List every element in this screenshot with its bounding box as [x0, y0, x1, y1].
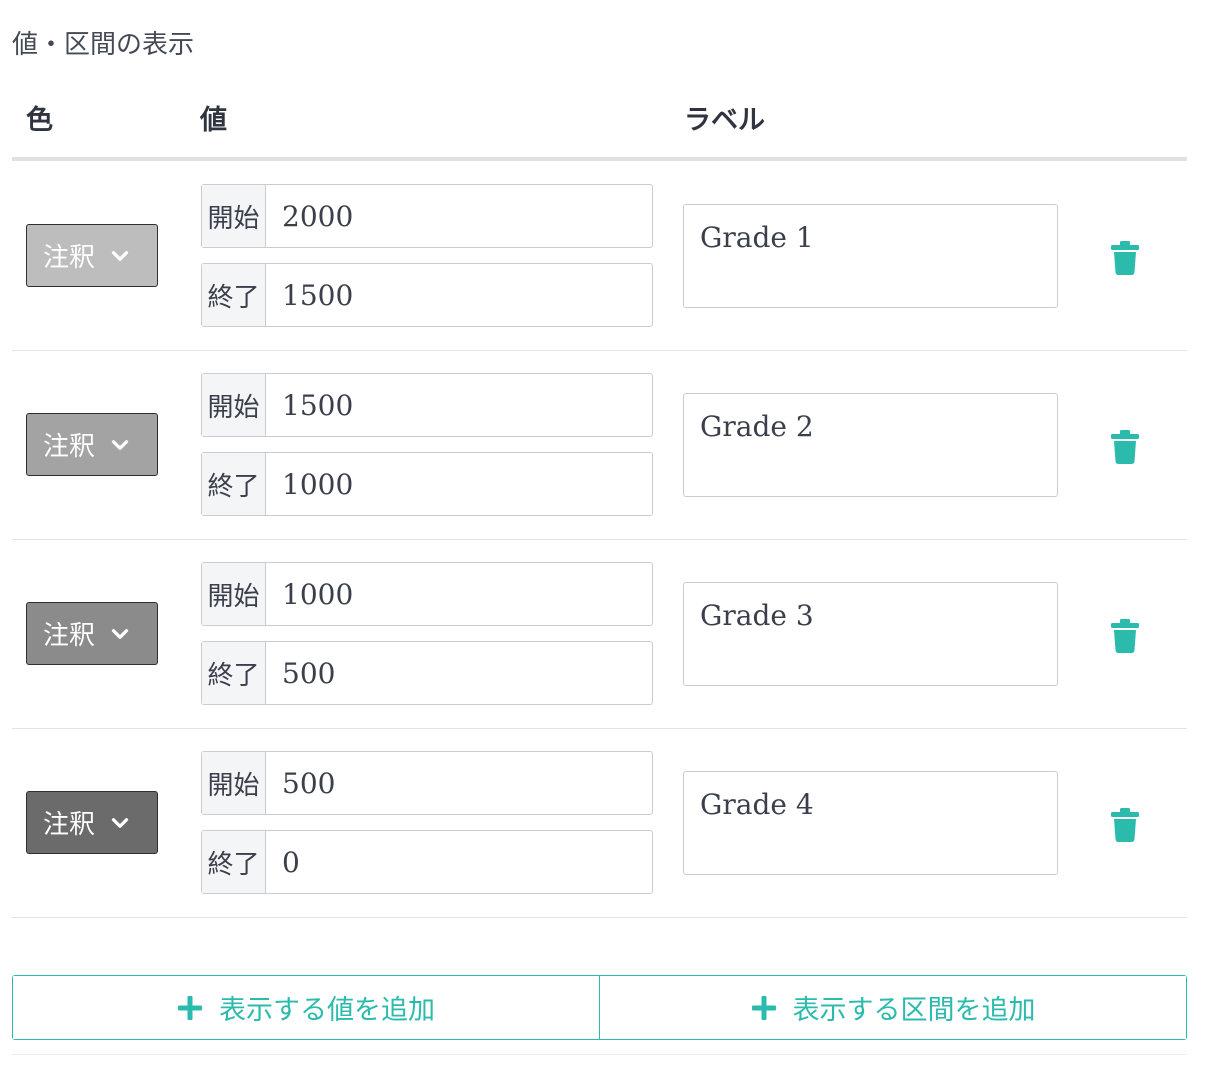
column-header-label: ラベル [684, 105, 765, 136]
end-input[interactable] [266, 453, 652, 515]
end-input[interactable] [266, 642, 652, 704]
label-input[interactable]: Grade 3 [683, 582, 1058, 686]
range-row: 注釈 開始 終了 Grade 1 [12, 161, 1187, 351]
end-input-group: 終了 [201, 452, 653, 516]
color-select-button[interactable]: 注釈 [26, 602, 158, 665]
end-addon: 終了 [202, 264, 266, 326]
column-header-color: 色 [26, 105, 53, 136]
chevron-down-icon [111, 628, 129, 639]
start-input[interactable] [266, 374, 652, 436]
trash-icon[interactable] [1110, 808, 1140, 842]
color-select-button[interactable]: 注釈 [26, 413, 158, 476]
chevron-down-icon [111, 250, 129, 261]
add-button-group: 表示する値を追加 表示する区間を追加 [12, 975, 1187, 1040]
end-input-group: 終了 [201, 263, 653, 327]
chevron-down-icon [111, 817, 129, 828]
color-select-button[interactable]: 注釈 [26, 224, 158, 287]
start-input-group: 開始 [201, 184, 653, 248]
add-range-label: 表示する区間を追加 [792, 995, 1036, 1026]
end-input-group: 終了 [201, 830, 653, 894]
start-input-group: 開始 [201, 373, 653, 437]
trash-icon[interactable] [1110, 430, 1140, 464]
add-range-button[interactable]: 表示する区間を追加 [599, 976, 1186, 1039]
color-button-label: 注釈 [43, 432, 96, 462]
add-value-button[interactable]: 表示する値を追加 [13, 976, 599, 1039]
add-value-label: 表示する値を追加 [219, 995, 435, 1026]
color-button-label: 注釈 [43, 243, 96, 273]
label-input[interactable]: Grade 4 [683, 771, 1058, 875]
range-row: 注釈 開始 終了 Grade 3 [12, 539, 1187, 729]
color-button-label: 注釈 [43, 621, 96, 651]
start-addon: 開始 [202, 752, 266, 814]
start-input[interactable] [266, 185, 652, 247]
column-header-value: 値 [200, 105, 227, 136]
section-title: 値・区間の表示 [12, 30, 195, 60]
color-button-label: 注釈 [43, 810, 96, 840]
start-addon: 開始 [202, 374, 266, 436]
trash-icon[interactable] [1110, 619, 1140, 653]
end-addon: 終了 [202, 831, 266, 893]
end-input[interactable] [266, 264, 652, 326]
end-input-group: 終了 [201, 641, 653, 705]
plus-icon [178, 995, 202, 1020]
plus-icon [751, 995, 776, 1020]
end-addon: 終了 [202, 453, 266, 515]
end-input[interactable] [266, 831, 652, 893]
start-input-group: 開始 [201, 751, 653, 815]
start-addon: 開始 [202, 563, 266, 625]
range-row: 注釈 開始 終了 Grade 4 [12, 728, 1187, 918]
label-input[interactable]: Grade 1 [683, 204, 1058, 308]
start-addon: 開始 [202, 185, 266, 247]
bottom-divider [12, 1054, 1187, 1055]
color-select-button[interactable]: 注釈 [26, 791, 158, 854]
end-addon: 終了 [202, 642, 266, 704]
start-input[interactable] [266, 563, 652, 625]
start-input[interactable] [266, 752, 652, 814]
chevron-down-icon [111, 439, 129, 450]
label-input[interactable]: Grade 2 [683, 393, 1058, 497]
trash-icon[interactable] [1110, 241, 1140, 275]
start-input-group: 開始 [201, 562, 653, 626]
range-row: 注釈 開始 終了 Grade 2 [12, 350, 1187, 540]
